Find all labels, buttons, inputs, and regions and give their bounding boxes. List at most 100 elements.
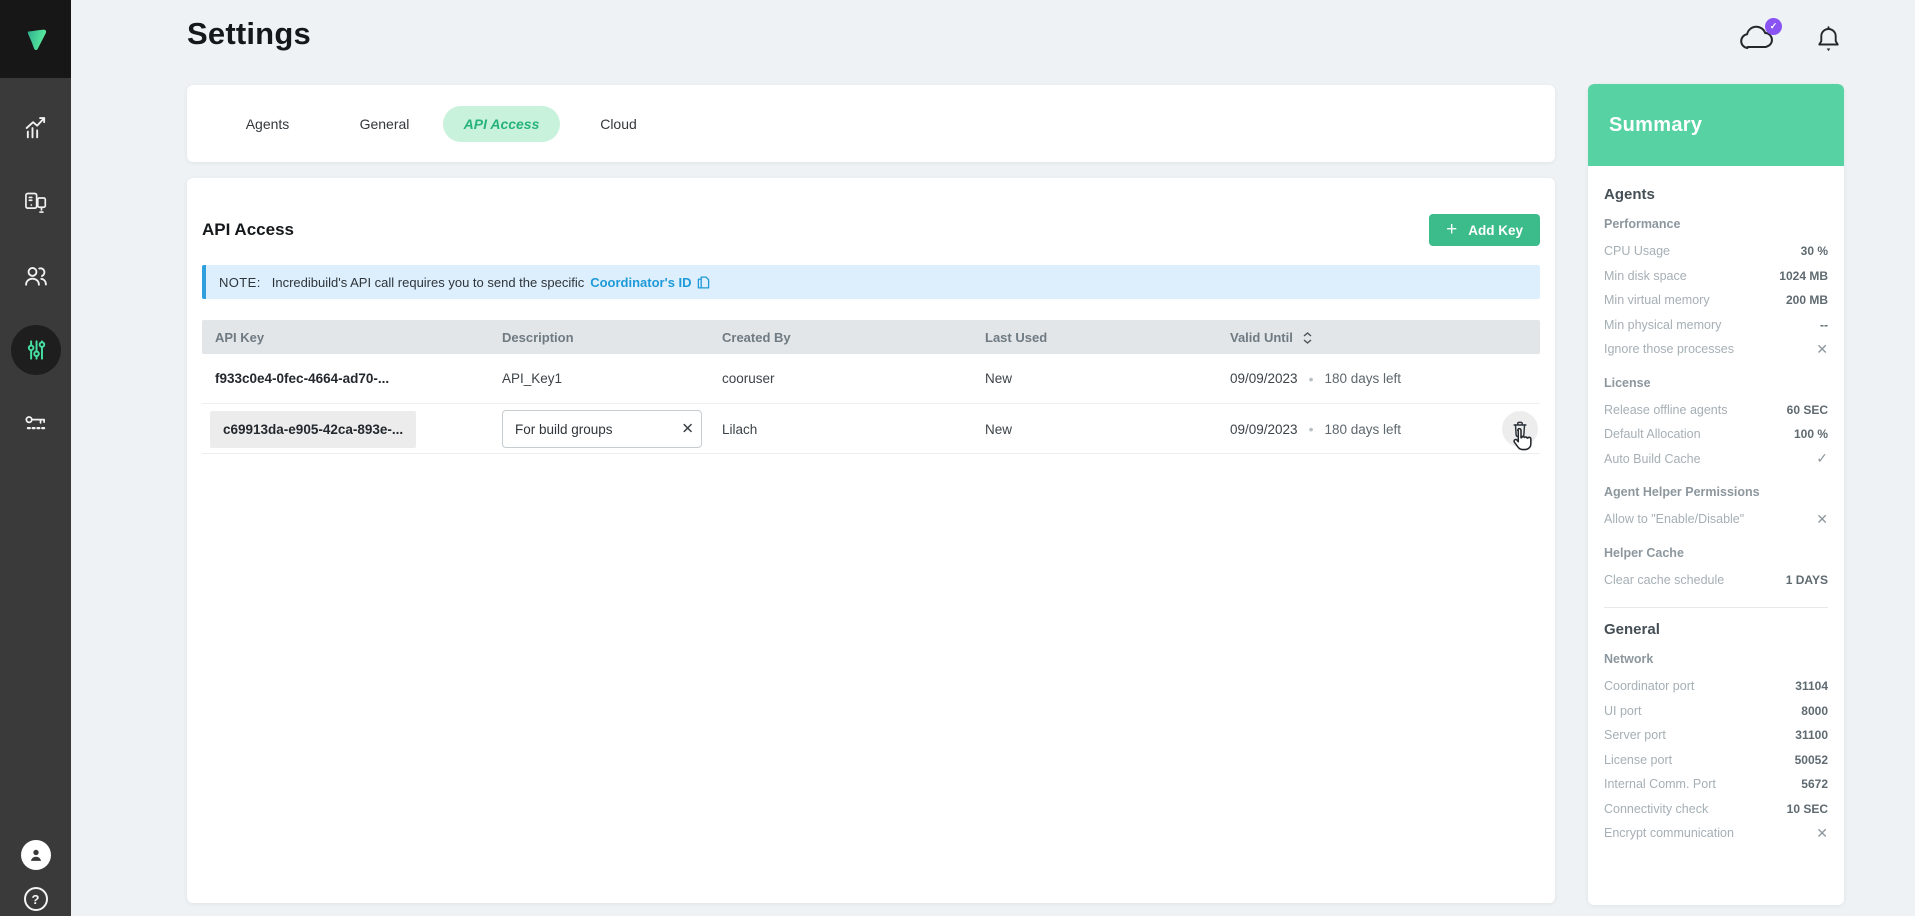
- summary-value: 200 MB: [1786, 293, 1828, 307]
- description-cell: ✕: [492, 410, 712, 448]
- summary-row: Coordinator port 31104: [1604, 674, 1828, 699]
- api-key-selected-pill: c69913da-e905-42ca-893e-...: [210, 411, 416, 448]
- row-actions-cell: [1492, 404, 1540, 454]
- api-keys-table: API Key Description Created By Last Used…: [202, 320, 1540, 454]
- section-title: API Access: [202, 220, 294, 240]
- clear-description-button[interactable]: ✕: [681, 422, 694, 437]
- summary-subheading: Helper Cache: [1604, 546, 1828, 560]
- sidebar-item-agents[interactable]: [0, 165, 71, 239]
- bullet-separator: •: [1309, 421, 1314, 437]
- tab-general[interactable]: General: [326, 106, 443, 142]
- col-header-api-key[interactable]: API Key: [202, 330, 492, 345]
- cross-icon: ✕: [1816, 511, 1828, 528]
- summary-label: Connectivity check: [1604, 802, 1708, 816]
- analytics-chart-icon: [22, 114, 50, 142]
- coordinators-id-label: Coordinator's ID: [590, 275, 691, 290]
- coordinators-id-link[interactable]: Coordinator's ID: [590, 275, 709, 290]
- sort-chevrons-icon[interactable]: [1303, 332, 1312, 344]
- summary-divider: [1604, 607, 1828, 608]
- settings-tabs: Agents General API Access Cloud: [187, 85, 1555, 162]
- summary-value: 30 %: [1801, 244, 1828, 258]
- note-banner: NOTE: Incredibuild's API call requires y…: [202, 265, 1540, 299]
- delete-key-button[interactable]: [1502, 411, 1538, 447]
- notifications-button[interactable]: [1815, 24, 1842, 59]
- days-left-label: 180 days left: [1324, 371, 1401, 386]
- summary-value: 60 SEC: [1787, 403, 1828, 417]
- created-by-cell: cooruser: [712, 371, 975, 386]
- api-key-cell: f933c0e4-0fec-4664-ad70-...: [202, 371, 492, 386]
- table-row[interactable]: c69913da-e905-42ca-893e-... ✕ Lilach New…: [202, 404, 1540, 454]
- user-avatar[interactable]: [21, 840, 51, 870]
- sidebar-item-dashboard[interactable]: [0, 91, 71, 165]
- summary-subheading: License: [1604, 376, 1828, 390]
- summary-row: Ignore those processes ✕: [1604, 337, 1828, 362]
- summary-label: Auto Build Cache: [1604, 452, 1701, 466]
- cloud-status-button[interactable]: ✓: [1737, 24, 1775, 57]
- sidebar-nav: [0, 78, 71, 461]
- summary-label: Min virtual memory: [1604, 293, 1710, 307]
- summary-label: CPU Usage: [1604, 244, 1670, 258]
- last-used-cell: New: [975, 371, 1220, 386]
- cloud-connected-badge: ✓: [1765, 18, 1782, 35]
- summary-label: Allow to "Enable/Disable": [1604, 512, 1744, 526]
- summary-value: --: [1820, 318, 1828, 332]
- summary-label: Server port: [1604, 728, 1666, 742]
- api-key-cell: c69913da-e905-42ca-893e-...: [202, 411, 492, 448]
- description-input[interactable]: [502, 410, 702, 448]
- bullet-separator: •: [1309, 371, 1314, 387]
- trash-icon: [1511, 420, 1529, 439]
- col-header-last-used[interactable]: Last Used: [975, 330, 1220, 345]
- api-access-panel: API Access + Add Key NOTE: Incredibuild'…: [187, 178, 1555, 903]
- settings-sliders-icon: [23, 337, 49, 363]
- col-header-description[interactable]: Description: [492, 330, 712, 345]
- valid-until-cell: 09/09/2023 • 180 days left: [1220, 421, 1492, 437]
- summary-label: Release offline agents: [1604, 403, 1727, 417]
- summary-value: 8000: [1801, 704, 1828, 718]
- agents-machines-icon: [22, 189, 49, 216]
- summary-label: Min disk space: [1604, 269, 1687, 283]
- summary-subheading: Performance: [1604, 217, 1828, 231]
- summary-row: Clear cache schedule 1 DAYS: [1604, 568, 1828, 593]
- summary-row: Release offline agents 60 SEC: [1604, 398, 1828, 423]
- col-header-created-by[interactable]: Created By: [712, 330, 975, 345]
- col-header-valid-until[interactable]: Valid Until: [1220, 330, 1492, 345]
- summary-value: 50052: [1795, 753, 1828, 767]
- description-edit-wrap: ✕: [502, 410, 702, 448]
- sidebar-item-license-keys[interactable]: [0, 387, 71, 461]
- summary-label: Internal Comm. Port: [1604, 777, 1716, 791]
- description-cell: API_Key1: [492, 371, 712, 386]
- question-mark-icon: ?: [32, 892, 40, 907]
- cross-icon: ✕: [1816, 825, 1828, 842]
- sidebar-item-settings[interactable]: [0, 313, 71, 387]
- add-key-button[interactable]: + Add Key: [1429, 214, 1540, 246]
- summary-row: Server port 31100: [1604, 723, 1828, 748]
- summary-label: Coordinator port: [1604, 679, 1694, 693]
- check-icon: ✓: [1770, 21, 1778, 32]
- created-by-cell: Lilach: [712, 422, 975, 437]
- summary-body: Agents Performance CPU Usage 30 % Min di…: [1588, 166, 1844, 854]
- header-actions: ✓: [1737, 24, 1842, 59]
- tab-agents[interactable]: Agents: [209, 106, 326, 142]
- summary-row: Min disk space 1024 MB: [1604, 264, 1828, 289]
- help-button[interactable]: ?: [24, 887, 48, 911]
- bell-icon: [1815, 24, 1842, 54]
- app-logo[interactable]: [0, 0, 71, 78]
- valid-until-label: Valid Until: [1230, 330, 1293, 345]
- table-header-row: API Key Description Created By Last Used…: [202, 320, 1540, 354]
- summary-row: Auto Build Cache ✓: [1604, 447, 1828, 472]
- plus-icon: +: [1446, 220, 1457, 239]
- summary-value: 100 %: [1794, 427, 1828, 441]
- summary-row: Connectivity check 10 SEC: [1604, 797, 1828, 822]
- users-icon: [22, 262, 50, 290]
- summary-row: Min physical memory --: [1604, 313, 1828, 338]
- summary-panel: Summary Agents Performance CPU Usage 30 …: [1588, 84, 1844, 905]
- tab-api-access[interactable]: API Access: [443, 106, 560, 142]
- summary-row: UI port 8000: [1604, 699, 1828, 724]
- tab-cloud[interactable]: Cloud: [560, 106, 677, 142]
- sidebar-item-users[interactable]: [0, 239, 71, 313]
- summary-value: 5672: [1801, 777, 1828, 791]
- summary-value: 31104: [1795, 679, 1828, 693]
- key-icon: [23, 411, 49, 437]
- table-row[interactable]: f933c0e4-0fec-4664-ad70-... API_Key1 coo…: [202, 354, 1540, 404]
- summary-label: License port: [1604, 753, 1672, 767]
